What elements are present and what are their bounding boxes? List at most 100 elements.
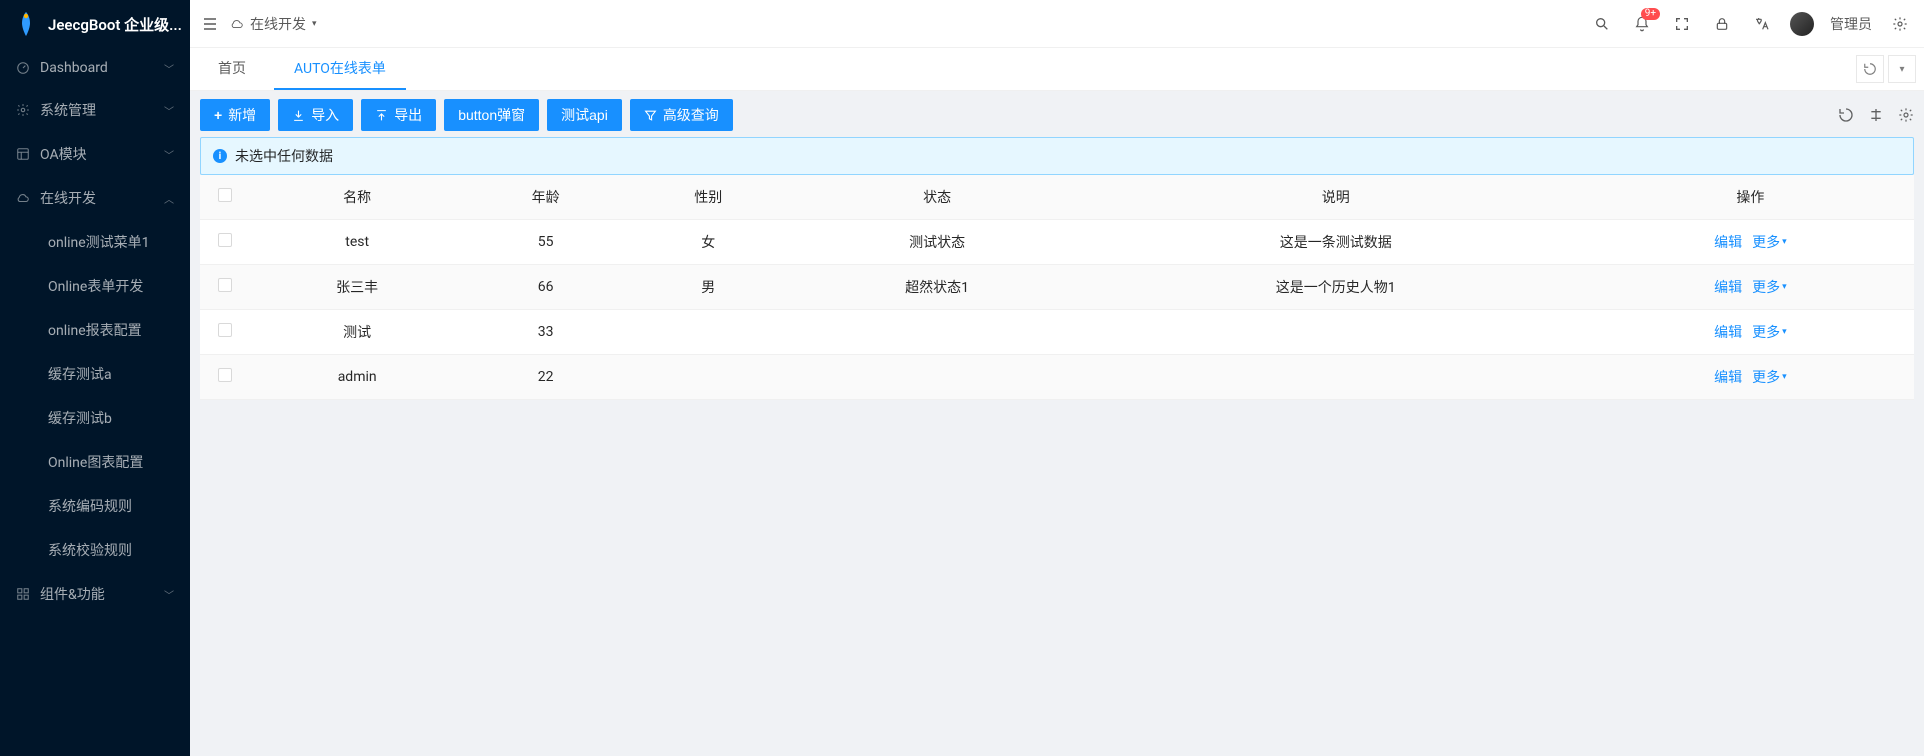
- sidebar-subitem-3-1[interactable]: Online表单开发: [0, 264, 190, 308]
- tabs-reload-icon[interactable]: [1856, 55, 1884, 83]
- more-link[interactable]: 更多 ▾: [1752, 232, 1787, 252]
- row-checkbox[interactable]: [218, 323, 232, 337]
- sidebar-item-label: 系统管理: [40, 100, 96, 120]
- more-link[interactable]: 更多 ▾: [1752, 277, 1787, 297]
- select-all-checkbox[interactable]: [218, 188, 232, 202]
- cell-gender: 男: [627, 265, 790, 310]
- chevron-down-icon: ▾: [1782, 372, 1787, 382]
- column-header-2: 性别: [627, 175, 790, 220]
- test-api-button[interactable]: 测试api: [547, 99, 622, 131]
- cell-status: 超然状态1: [790, 265, 1085, 310]
- cloud-icon: [230, 17, 244, 31]
- advanced-query-button[interactable]: 高级查询: [630, 99, 733, 131]
- column-header-4: 说明: [1085, 175, 1587, 220]
- row-checkbox[interactable]: [218, 233, 232, 247]
- refresh-icon[interactable]: [1838, 107, 1854, 123]
- info-icon: i: [213, 149, 227, 163]
- cell-age: 33: [464, 310, 627, 355]
- sidebar-subitem-3-7[interactable]: 系统校验规则: [0, 528, 190, 572]
- chevron-down-icon: ▾: [1782, 237, 1787, 247]
- cell-status: [790, 355, 1085, 400]
- appstore-icon: [16, 587, 30, 601]
- column-settings-icon[interactable]: [1898, 107, 1914, 123]
- sidebar-item-label: 在线开发: [40, 188, 96, 208]
- edit-link[interactable]: 编辑: [1714, 277, 1742, 297]
- sidebar-item-label: Dashboard: [40, 60, 108, 76]
- density-icon[interactable]: [1868, 107, 1884, 123]
- settings-icon[interactable]: [1888, 12, 1912, 36]
- chevron-up-icon: ︿: [164, 191, 174, 206]
- sidebar-item-0[interactable]: Dashboard﹀: [0, 48, 190, 88]
- cell-desc: 这是一个历史人物1: [1085, 265, 1587, 310]
- data-table: 名称年龄性别状态说明操作 test55女测试状态这是一条测试数据编辑更多 ▾张三…: [200, 175, 1914, 400]
- cell-name: 测试: [250, 310, 464, 355]
- table-row: admin22编辑更多 ▾: [200, 355, 1914, 400]
- translate-icon[interactable]: [1750, 12, 1774, 36]
- cell-gender: [627, 355, 790, 400]
- sidebar-subitem-3-0[interactable]: online测试菜单1: [0, 220, 190, 264]
- header: 在线开发 ▾ 9+: [190, 0, 1924, 48]
- export-icon: [375, 109, 388, 122]
- cell-age: 55: [464, 220, 627, 265]
- username[interactable]: 管理员: [1830, 14, 1872, 34]
- sidebar-item-4[interactable]: 组件&功能 ﹀: [0, 572, 190, 616]
- logo-icon: [12, 10, 40, 38]
- cell-status: [790, 310, 1085, 355]
- cell-age: 66: [464, 265, 627, 310]
- tabs-more-icon[interactable]: ▾: [1888, 55, 1916, 83]
- sidebar-item-2[interactable]: OA模块﹀: [0, 132, 190, 176]
- cell-gender: [627, 310, 790, 355]
- sidebar-subitem-3-5[interactable]: Online图表配置: [0, 440, 190, 484]
- tab-0[interactable]: 首页: [198, 48, 266, 90]
- chevron-down-icon: ▾: [312, 19, 317, 29]
- row-checkbox[interactable]: [218, 368, 232, 382]
- cell-status: 测试状态: [790, 220, 1085, 265]
- tab-1[interactable]: AUTO在线表单: [274, 48, 406, 90]
- sidebar-subitem-3-3[interactable]: 缓存测试a: [0, 352, 190, 396]
- chevron-down-icon: ﹀: [164, 587, 174, 602]
- more-link[interactable]: 更多 ▾: [1752, 322, 1787, 342]
- toolbar: +新增 导入 导出 button弹窗 测试api 高级查询: [200, 99, 1914, 131]
- row-checkbox[interactable]: [218, 278, 232, 292]
- setting-icon: [16, 103, 30, 117]
- column-header-5: 操作: [1587, 175, 1914, 220]
- chevron-down-icon: ▾: [1782, 327, 1787, 337]
- edit-link[interactable]: 编辑: [1714, 232, 1742, 252]
- sidebar-item-1[interactable]: 系统管理﹀: [0, 88, 190, 132]
- cloud-icon: [16, 191, 30, 205]
- cell-desc: 这是一条测试数据: [1085, 220, 1587, 265]
- sidebar-item-label: 组件&功能: [40, 584, 105, 604]
- tabs-bar: 首页AUTO在线表单 ▾: [190, 48, 1924, 91]
- sidebar-subitem-3-6[interactable]: 系统编码规则: [0, 484, 190, 528]
- breadcrumb-text: 在线开发: [250, 14, 306, 34]
- sidebar-subitem-3-4[interactable]: 缓存测试b: [0, 396, 190, 440]
- more-link[interactable]: 更多 ▾: [1752, 367, 1787, 387]
- search-icon[interactable]: [1590, 12, 1614, 36]
- button-popup-button[interactable]: button弹窗: [444, 99, 539, 131]
- cell-desc: [1085, 310, 1587, 355]
- menu-fold-icon[interactable]: [202, 16, 218, 32]
- fullscreen-icon[interactable]: [1670, 12, 1694, 36]
- column-header-1: 年龄: [464, 175, 627, 220]
- lock-icon[interactable]: [1710, 12, 1734, 36]
- app-title: JeecgBoot 企业级...: [48, 14, 182, 35]
- sidebar-subitem-3-2[interactable]: online报表配置: [0, 308, 190, 352]
- breadcrumb[interactable]: 在线开发 ▾: [230, 14, 317, 34]
- edit-link[interactable]: 编辑: [1714, 322, 1742, 342]
- chevron-down-icon: ▾: [1782, 282, 1787, 292]
- cell-gender: 女: [627, 220, 790, 265]
- column-header-0: 名称: [250, 175, 464, 220]
- import-button[interactable]: 导入: [278, 99, 353, 131]
- add-button[interactable]: +新增: [200, 99, 270, 131]
- table-row: test55女测试状态这是一条测试数据编辑更多 ▾: [200, 220, 1914, 265]
- avatar[interactable]: [1790, 12, 1814, 36]
- export-button[interactable]: 导出: [361, 99, 436, 131]
- cell-desc: [1085, 355, 1587, 400]
- sidebar-item-3[interactable]: 在线开发 ︿: [0, 176, 190, 220]
- selection-alert: i 未选中任何数据: [200, 137, 1914, 175]
- app-logo[interactable]: JeecgBoot 企业级...: [0, 0, 190, 48]
- bell-icon[interactable]: 9+: [1630, 12, 1654, 36]
- filter-icon: [644, 109, 657, 122]
- notification-badge: 9+: [1641, 8, 1660, 20]
- edit-link[interactable]: 编辑: [1714, 367, 1742, 387]
